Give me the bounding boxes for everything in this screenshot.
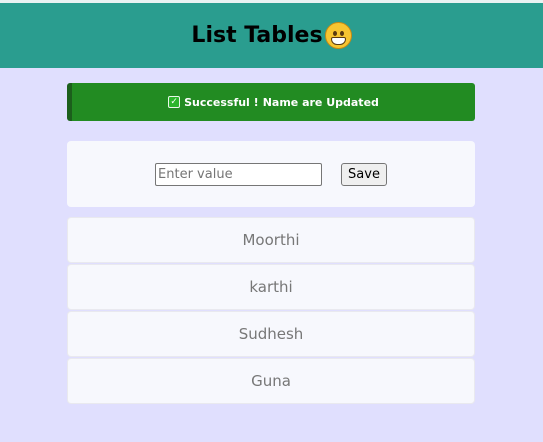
app-header: List Tables bbox=[0, 0, 543, 68]
alert-strong-text: Successful ! bbox=[184, 95, 259, 109]
value-input[interactable] bbox=[155, 162, 323, 186]
list-item[interactable]: Moorthi bbox=[67, 217, 475, 263]
success-alert: ✓ Successful ! Name are Updated bbox=[67, 83, 475, 121]
alert-message: Name are Updated bbox=[262, 95, 379, 109]
names-list: Moorthi karthi Sudhesh Guna bbox=[67, 217, 475, 405]
check-icon: ✓ bbox=[168, 96, 181, 108]
input-card: Save bbox=[67, 141, 475, 207]
save-button[interactable]: Save bbox=[341, 162, 387, 186]
list-item[interactable]: Guna bbox=[67, 358, 475, 404]
list-item[interactable]: Sudhesh bbox=[67, 311, 475, 357]
page-title: List Tables bbox=[191, 22, 352, 49]
page-title-text: List Tables bbox=[191, 23, 323, 48]
list-item[interactable]: karthi bbox=[67, 264, 475, 310]
grinning-face-icon bbox=[324, 22, 352, 49]
